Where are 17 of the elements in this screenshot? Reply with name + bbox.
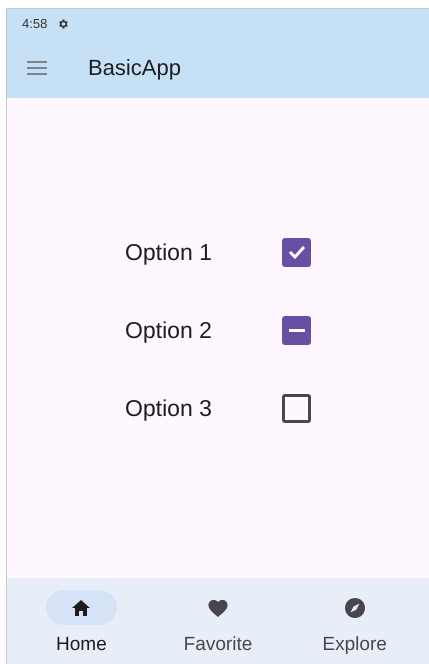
option-label: Option 2: [125, 316, 213, 345]
nav-item[interactable]: Favorite: [162, 590, 273, 664]
dash-icon: [288, 328, 304, 332]
compass-icon: [344, 596, 366, 618]
menu-icon[interactable]: [27, 61, 47, 75]
status-time: 4:58: [22, 14, 48, 33]
checkbox[interactable]: [282, 238, 311, 266]
checkbox[interactable]: [282, 394, 311, 422]
option-label: Option 3: [125, 394, 213, 423]
settings-icon: [57, 18, 70, 30]
heart-icon: [206, 598, 229, 618]
nav-item[interactable]: Explore: [300, 590, 410, 664]
option-label: Option 1: [125, 238, 213, 267]
app-title: BasicApp: [88, 54, 181, 82]
nav-item[interactable]: Home: [26, 590, 136, 664]
home-icon: [72, 600, 90, 616]
checkbox[interactable]: [282, 316, 311, 344]
